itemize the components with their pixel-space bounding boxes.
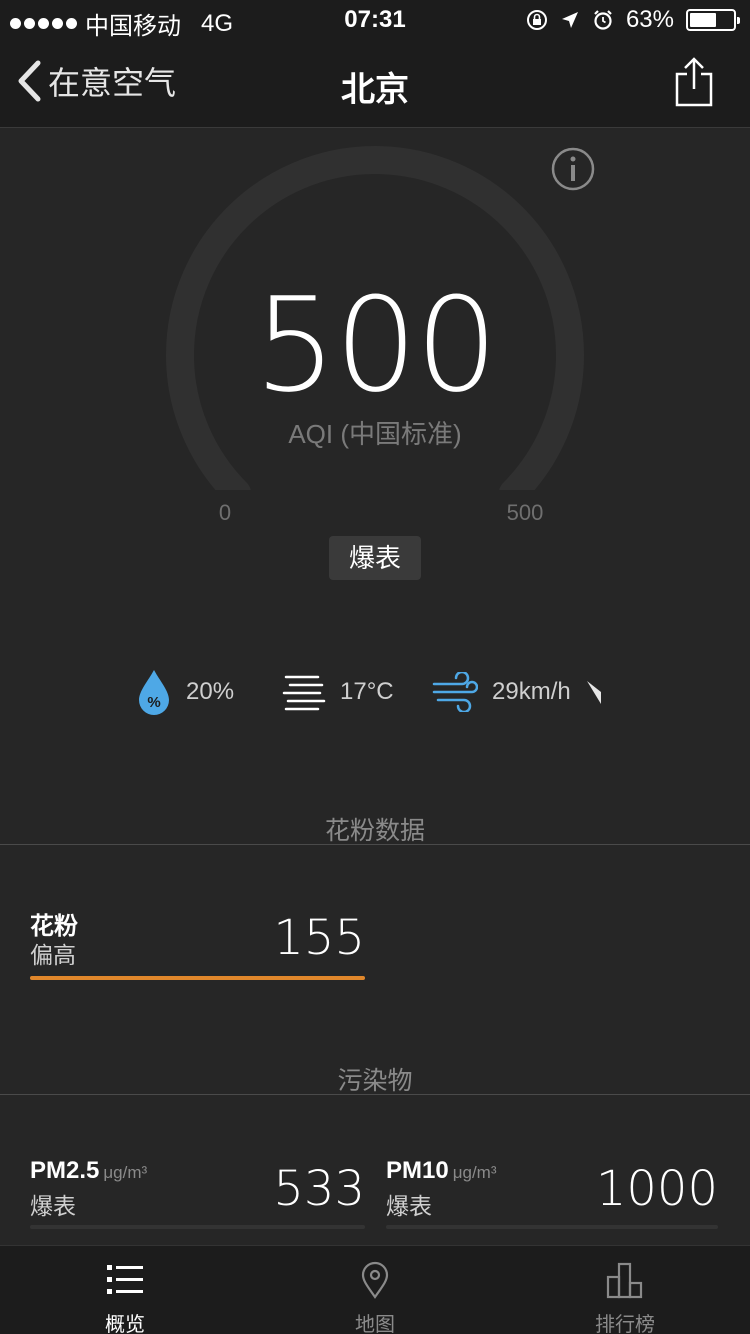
- navigation-bar: 在意空气 北京: [0, 40, 750, 128]
- pm25-name: PM2.5: [30, 1157, 100, 1184]
- aqi-label: AQI (中国标准): [288, 419, 462, 449]
- wind-icon: [432, 672, 478, 712]
- battery-percent: 63%: [625, 6, 674, 33]
- pm25-level-bar: [30, 1225, 365, 1229]
- pollen-section-divider: [0, 844, 750, 845]
- tab-overview-label: 概览: [105, 1314, 145, 1334]
- wind-speed-value: 29km/h: [492, 678, 571, 705]
- weather-row: % 20% 17°C 29km/h: [0, 664, 750, 720]
- tab-ranking-label: 排行榜: [595, 1314, 655, 1334]
- pollen-level: 偏高: [30, 942, 76, 968]
- pm10-card[interactable]: PM10 μg/m³ 爆表 1000: [386, 1157, 718, 1231]
- fog-lines-icon: [282, 675, 326, 711]
- pm10-name: PM10: [386, 1157, 449, 1184]
- aqi-value: 500: [253, 269, 498, 421]
- wind-item: 29km/h: [432, 664, 607, 720]
- page-title: 北京: [341, 71, 409, 109]
- pollen-value: 155: [273, 910, 365, 966]
- location-arrow-icon: [561, 12, 578, 28]
- pollen-card[interactable]: 花粉 偏高 155: [30, 906, 365, 982]
- share-icon: [675, 57, 713, 107]
- battery-icon: [686, 9, 740, 31]
- pm25-name-row: PM2.5 μg/m³: [30, 1157, 147, 1185]
- status-bar: 中国移动 4G 07:31 63%: [0, 0, 750, 40]
- share-button[interactable]: [674, 56, 714, 113]
- rotation-lock-icon: [526, 10, 547, 30]
- pm25-level: 爆表: [30, 1193, 76, 1219]
- pm25-card[interactable]: PM2.5 μg/m³ 爆表 533: [30, 1157, 365, 1231]
- svg-text:%: %: [147, 694, 160, 711]
- list-icon: [107, 1265, 143, 1294]
- battery-level-fill: [690, 13, 716, 27]
- pollutant-section-divider: [0, 1094, 750, 1095]
- pm10-level-bar: [386, 1225, 718, 1229]
- tab-map-label: 地图: [355, 1314, 395, 1334]
- pollen-level-bar-fill: [30, 976, 365, 980]
- pollutant-section-title: 污染物: [337, 1067, 413, 1095]
- pm25-unit: μg/m³: [103, 1163, 148, 1182]
- aqi-level-badge: 爆表: [329, 536, 421, 580]
- humidity-value: 20%: [186, 678, 235, 705]
- pm10-value: 1000: [595, 1161, 718, 1217]
- tab-map[interactable]: 地图: [250, 1246, 500, 1334]
- pm10-name-row: PM10 μg/m³: [386, 1157, 497, 1185]
- gauge-min-label: 0: [218, 500, 232, 525]
- temperature-item: 17°C: [282, 664, 394, 720]
- wind-direction-arrow-icon: [586, 681, 601, 704]
- tab-ranking[interactable]: 排行榜: [500, 1246, 750, 1334]
- tab-bar: 概览 地图 排行榜: [0, 1245, 750, 1334]
- bar-chart-icon: [606, 1262, 643, 1299]
- pm10-level: 爆表: [386, 1193, 432, 1219]
- humidity-item: % 20%: [136, 664, 234, 720]
- tab-overview[interactable]: 概览: [0, 1246, 250, 1334]
- pollen-level-bar: [30, 976, 365, 980]
- pollen-section-title: 花粉数据: [324, 817, 425, 845]
- alarm-icon: [594, 10, 612, 30]
- water-drop-percent-icon: %: [139, 670, 169, 715]
- status-right: 63%: [526, 6, 740, 34]
- temperature-value: 17°C: [340, 678, 394, 705]
- map-pin-icon: [361, 1261, 389, 1299]
- pm25-value: 533: [273, 1161, 365, 1217]
- gauge-max-label: 500: [506, 500, 544, 525]
- pm10-unit: μg/m³: [452, 1163, 497, 1182]
